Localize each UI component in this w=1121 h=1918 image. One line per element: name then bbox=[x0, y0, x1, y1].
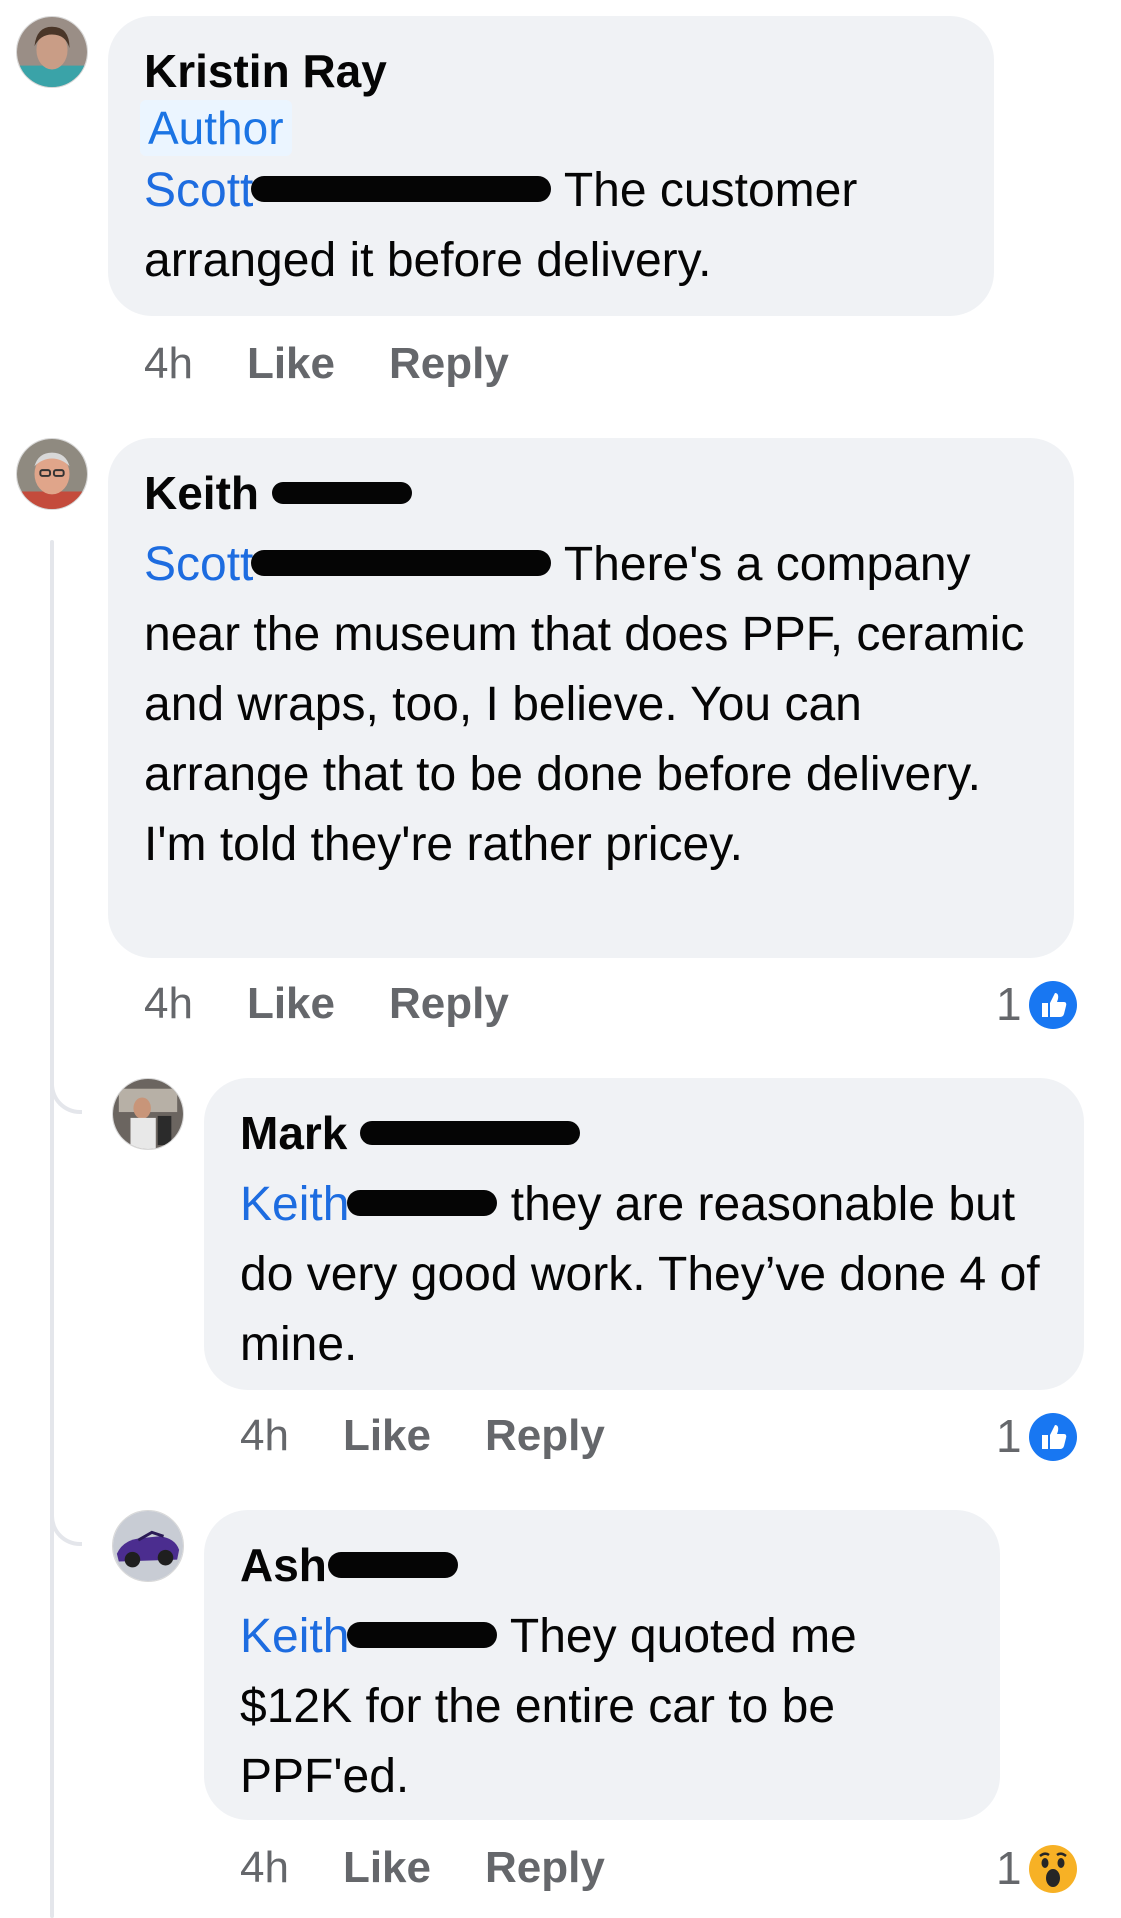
comment-timestamp[interactable]: 4h bbox=[240, 1406, 289, 1466]
reaction-summary[interactable]: 1 bbox=[996, 974, 1080, 1034]
like-icon bbox=[1025, 1409, 1080, 1464]
reply-button[interactable]: Reply bbox=[389, 334, 509, 394]
mention-link[interactable]: Scott bbox=[144, 538, 552, 591]
wow-icon bbox=[1025, 1841, 1080, 1896]
reaction-count: 1 bbox=[996, 1410, 1022, 1462]
comment-text: Keith they are reasonable but do very go… bbox=[240, 1178, 1040, 1371]
avatar[interactable] bbox=[112, 1510, 184, 1582]
thread-connector bbox=[50, 1078, 82, 1114]
author-badge: Author bbox=[140, 100, 292, 156]
comment-bubble: Kristin Ray Author Scott The customer ar… bbox=[108, 16, 994, 316]
comment-timestamp[interactable]: 4h bbox=[144, 974, 193, 1034]
redaction-mark bbox=[271, 481, 412, 504]
reaction-summary[interactable]: 1 bbox=[996, 1838, 1080, 1898]
reaction-count: 1 bbox=[996, 978, 1022, 1030]
comment-timestamp[interactable]: 4h bbox=[144, 334, 193, 394]
reply-button[interactable]: Reply bbox=[389, 974, 509, 1034]
thread-line bbox=[50, 540, 54, 1918]
comment-author[interactable]: Keith bbox=[144, 464, 1038, 522]
comment-text: Scott There's a company near the museum … bbox=[144, 538, 1025, 871]
redaction-mark bbox=[347, 1622, 498, 1649]
comment-actions: 4h Like Reply bbox=[240, 1838, 659, 1898]
comment-author[interactable]: Ash bbox=[240, 1536, 964, 1594]
like-button[interactable]: Like bbox=[247, 334, 335, 394]
mention-link[interactable]: Keith bbox=[240, 1178, 498, 1231]
redaction-mark bbox=[327, 1551, 458, 1578]
comment-bubble: Mark Keith they are reasonable but do ve… bbox=[204, 1078, 1084, 1390]
thread-connector bbox=[50, 1510, 82, 1546]
comment-author[interactable]: Mark bbox=[240, 1104, 1048, 1162]
comment-actions: 4h Like Reply bbox=[240, 1406, 659, 1466]
comment-actions: 4h Like Reply bbox=[144, 334, 563, 394]
like-icon bbox=[1025, 977, 1080, 1032]
comment-author[interactable]: Kristin Ray bbox=[144, 42, 958, 100]
redaction-mark bbox=[251, 176, 552, 203]
redaction-mark bbox=[360, 1120, 581, 1145]
avatar[interactable] bbox=[112, 1078, 184, 1150]
reaction-count: 1 bbox=[996, 1842, 1022, 1894]
comment-text: Keith They quoted me $12K for the entire… bbox=[240, 1610, 857, 1803]
comment-timestamp[interactable]: 4h bbox=[240, 1838, 289, 1898]
mention-link[interactable]: Scott bbox=[144, 164, 552, 217]
reaction-summary[interactable]: 1 bbox=[996, 1406, 1080, 1466]
redaction-mark bbox=[251, 550, 552, 577]
comment-actions: 4h Like Reply bbox=[144, 974, 563, 1034]
avatar[interactable] bbox=[16, 16, 88, 88]
reply-button[interactable]: Reply bbox=[485, 1838, 605, 1898]
like-button[interactable]: Like bbox=[247, 974, 335, 1034]
like-button[interactable]: Like bbox=[343, 1406, 431, 1466]
comment-bubble: Ash Keith They quoted me $12K for the en… bbox=[204, 1510, 1000, 1820]
comment-text: Scott The customer arranged it before de… bbox=[144, 164, 858, 287]
reply-button[interactable]: Reply bbox=[485, 1406, 605, 1466]
like-button[interactable]: Like bbox=[343, 1838, 431, 1898]
mention-link[interactable]: Keith bbox=[240, 1610, 498, 1663]
comment-bubble: Keith Scott There's a company near the m… bbox=[108, 438, 1074, 958]
avatar[interactable] bbox=[16, 438, 88, 510]
redaction-mark bbox=[347, 1190, 498, 1217]
